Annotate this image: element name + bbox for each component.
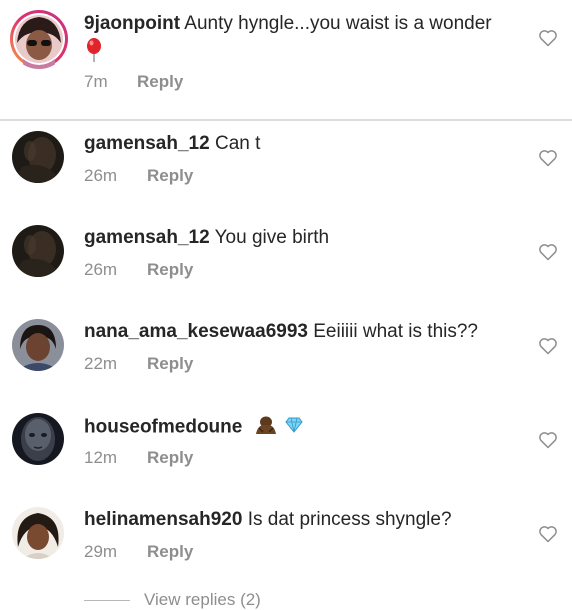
heart-icon[interactable]: [538, 242, 558, 262]
comment-item: helinamensah920 Is dat princess shyngle?…: [0, 498, 572, 592]
reply-button[interactable]: Reply: [147, 542, 193, 562]
gem-emoji: [285, 416, 303, 440]
comment-text-line: gamensah_12 You give birth: [84, 226, 329, 250]
comment-time: 29m: [84, 542, 118, 561]
avatar[interactable]: [9, 9, 69, 69]
comment-item: 9jaonpoint Aunty hyngle...you waist is a…: [0, 0, 572, 120]
reply-button[interactable]: Reply: [137, 72, 183, 92]
comment-text-line: nana_ama_kesewaa6993 Eeiiiii what is thi…: [84, 320, 478, 344]
comment-time: 26m: [84, 260, 118, 279]
comment-text: Eeiiiii what is this??: [307, 321, 478, 342]
divider: [0, 119, 572, 121]
comment-text: Can t: [209, 133, 261, 154]
avatar[interactable]: [12, 413, 64, 465]
view-replies-line: [84, 600, 130, 601]
comment-username[interactable]: gamensah_12: [84, 227, 210, 248]
comment-time: 12m: [84, 448, 118, 467]
reply-button[interactable]: Reply: [147, 166, 193, 186]
reply-button[interactable]: Reply: [147, 354, 193, 374]
comment-time: 7m: [84, 72, 108, 91]
comment-time: 26m: [84, 166, 118, 185]
comment-text: You give birth: [209, 227, 330, 248]
heart-icon[interactable]: [538, 524, 558, 544]
bowing-person-emoji: [254, 414, 278, 441]
view-replies-button[interactable]: View replies (2): [144, 590, 261, 610]
comment-item: gamensah_12 Can t 26m Reply: [0, 122, 572, 216]
comment-item: nana_ama_kesewaa6993 Eeiiiii what is thi…: [0, 310, 572, 404]
avatar[interactable]: [12, 131, 64, 183]
comment-time: 22m: [84, 354, 118, 373]
comment-text: Is dat princess shyngle?: [242, 509, 452, 530]
comment-text-line: gamensah_12 Can t: [84, 132, 260, 156]
avatar[interactable]: [12, 319, 64, 371]
comment-text: Aunty hyngle...you waist is a wonder: [180, 13, 492, 34]
comment-username[interactable]: helinamensah920: [84, 509, 242, 530]
comment-text-line: helinamensah920 Is dat princess shyngle?: [84, 508, 452, 532]
avatar[interactable]: [12, 507, 64, 559]
comment-username[interactable]: houseofmedoune: [84, 417, 242, 438]
comment-text-line: 9jaonpoint Aunty hyngle...you waist is a…: [84, 12, 492, 36]
avatar[interactable]: [12, 225, 64, 277]
comment-username[interactable]: 9jaonpoint: [84, 13, 180, 34]
balloon-emoji: [85, 38, 103, 67]
heart-icon[interactable]: [538, 430, 558, 450]
heart-icon[interactable]: [538, 148, 558, 168]
comment-text-line: houseofmedoune: [84, 414, 303, 441]
heart-icon[interactable]: [538, 28, 558, 48]
reply-button[interactable]: Reply: [147, 448, 193, 468]
comment-username[interactable]: nana_ama_kesewaa6993: [84, 321, 308, 342]
heart-icon[interactable]: [538, 336, 558, 356]
comment-username[interactable]: gamensah_12: [84, 133, 210, 154]
reply-button[interactable]: Reply: [147, 260, 193, 280]
comment-item: gamensah_12 You give birth 26m Reply: [0, 216, 572, 310]
comment-item: houseofmedoune 12m Reply: [0, 404, 572, 498]
